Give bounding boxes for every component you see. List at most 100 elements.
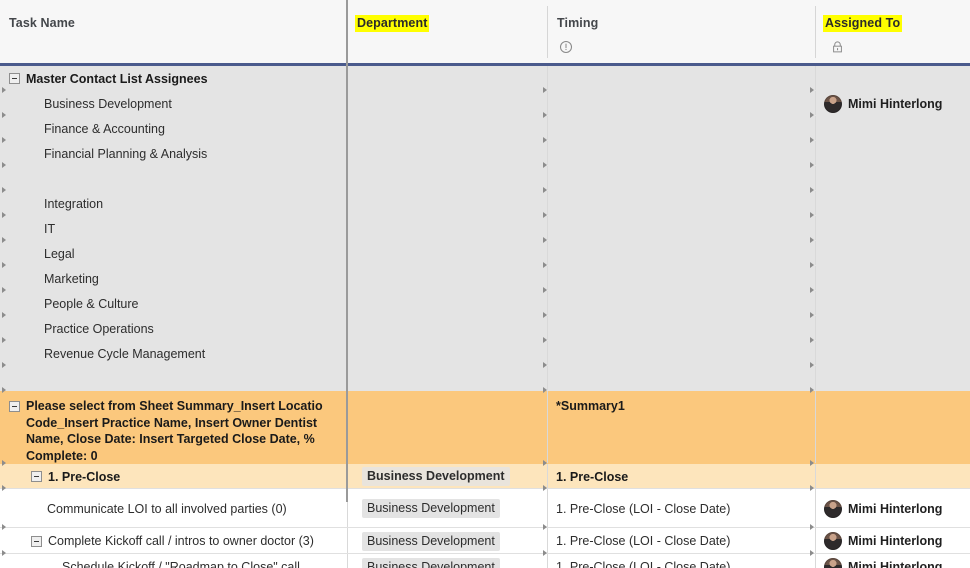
row-resize-handle[interactable] [543,312,547,318]
table-row[interactable]: Financial Planning & Analysis [0,141,970,166]
row-resize-handle[interactable] [543,237,547,243]
row-resize-handle[interactable] [2,387,6,393]
cell-timing[interactable]: 1. Pre-Close (LOI - Close Date) [548,554,814,568]
row-resize-handle[interactable] [810,485,814,491]
cell-task-name[interactable]: Practice Operations [0,316,346,341]
cell-assigned-to[interactable] [816,464,970,489]
cell-task-name[interactable]: Finance & Accounting [0,116,346,141]
column-header-task-name[interactable]: Task Name [0,0,346,63]
column-header-department[interactable]: Department [348,0,548,63]
table-row[interactable]: Communicate LOI to all involved parties … [0,489,970,528]
cell-task-name[interactable]: Integration [0,191,346,216]
cell-assigned-to[interactable]: Mimi Hinterlong [816,554,970,568]
cell-task-name[interactable]: Financial Planning & Analysis [0,141,346,166]
cell-timing[interactable] [548,366,814,391]
cell-department[interactable] [348,116,548,141]
cell-department[interactable] [348,241,548,266]
cell-task-name[interactable]: Schedule Kickoff / "Roadmap to Close" ca… [0,554,346,568]
cell-timing[interactable]: 1. Pre-Close (LOI - Close Date) [548,528,814,554]
row-resize-handle[interactable] [2,524,6,530]
cell-assigned-to[interactable] [816,391,970,464]
row-resize-handle[interactable] [810,262,814,268]
row-resize-handle[interactable] [2,137,6,143]
table-row[interactable]: People & Culture [0,291,970,316]
cell-assigned-to[interactable] [816,166,970,191]
cell-assigned-to[interactable] [816,316,970,341]
row-resize-handle[interactable] [810,460,814,466]
cell-department[interactable] [348,291,548,316]
row-resize-handle[interactable] [543,187,547,193]
cell-department[interactable]: Business Development [348,489,548,528]
cell-department[interactable] [348,191,548,216]
row-resize-handle[interactable] [810,550,814,556]
collapse-toggle-icon[interactable] [9,73,20,84]
cell-timing[interactable]: 1. Pre-Close [548,464,814,489]
cell-timing[interactable] [548,216,814,241]
row-resize-handle[interactable] [2,460,6,466]
row-resize-handle[interactable] [543,112,547,118]
row-resize-handle[interactable] [810,237,814,243]
cell-timing[interactable]: 1. Pre-Close (LOI - Close Date) [548,489,814,528]
cell-assigned-to[interactable] [816,291,970,316]
row-resize-handle[interactable] [810,162,814,168]
table-row[interactable]: Integration [0,191,970,216]
row-resize-handle[interactable] [810,362,814,368]
row-resize-handle[interactable] [810,187,814,193]
table-row[interactable]: Business Development Mimi Hinterlong [0,91,970,116]
table-row[interactable]: Schedule Kickoff / "Roadmap to Close" ca… [0,554,970,568]
cell-department[interactable]: Business Development [348,464,548,489]
cell-department[interactable] [348,216,548,241]
row-resize-handle[interactable] [810,287,814,293]
row-resize-handle[interactable] [543,387,547,393]
row-resize-handle[interactable] [2,212,6,218]
row-resize-handle[interactable] [2,550,6,556]
row-resize-handle[interactable] [543,137,547,143]
cell-task-name[interactable]: Revenue Cycle Management [0,341,346,366]
cell-timing[interactable] [548,291,814,316]
row-resize-handle[interactable] [810,387,814,393]
table-row[interactable]: Master Contact List Assignees [0,66,970,91]
frozen-pane-divider-header[interactable] [346,0,348,66]
row-resize-handle[interactable] [2,162,6,168]
cell-assigned-to[interactable] [816,191,970,216]
row-resize-handle[interactable] [810,337,814,343]
row-resize-handle[interactable] [810,212,814,218]
table-row[interactable]: 1. Pre-Close Business Development 1. Pre-C… [0,464,970,489]
row-resize-handle[interactable] [2,287,6,293]
cell-assigned-to[interactable]: Mimi Hinterlong [816,528,970,554]
cell-timing[interactable] [548,316,814,341]
cell-department[interactable] [348,141,548,166]
cell-assigned-to[interactable] [816,66,970,91]
cell-department[interactable] [348,366,548,391]
collapse-toggle-icon[interactable] [31,471,42,482]
cell-department[interactable] [348,91,548,116]
cell-timing[interactable] [548,191,814,216]
table-row[interactable]: Marketing [0,266,970,291]
collapse-toggle-icon[interactable] [9,401,20,412]
table-row[interactable]: Practice Operations [0,316,970,341]
row-resize-handle[interactable] [2,237,6,243]
cell-assigned-to[interactable] [816,216,970,241]
cell-assigned-to[interactable] [816,116,970,141]
cell-department[interactable] [348,391,548,464]
cell-timing[interactable] [548,91,814,116]
row-resize-handle[interactable] [543,262,547,268]
table-row[interactable]: Please select from Sheet Summary_Insert … [0,391,970,464]
cell-timing[interactable] [548,341,814,366]
table-row[interactable]: IT [0,216,970,241]
row-resize-handle[interactable] [2,187,6,193]
cell-assigned-to[interactable] [816,241,970,266]
cell-department[interactable] [348,316,548,341]
grid-body[interactable]: Master Contact List Assignees Business De… [0,66,970,568]
cell-assigned-to[interactable]: Mimi Hinterlong [816,489,970,528]
cell-timing[interactable] [548,166,814,191]
row-resize-handle[interactable] [543,337,547,343]
table-row[interactable]: Finance & Accounting [0,116,970,141]
cell-department[interactable]: Business Development [348,528,548,554]
cell-assigned-to[interactable]: Mimi Hinterlong [816,91,970,116]
row-resize-handle[interactable] [543,460,547,466]
cell-department[interactable] [348,66,548,91]
table-row[interactable] [0,166,970,191]
cell-task-name[interactable]: Marketing [0,266,346,291]
cell-task-name[interactable]: Complete Kickoff call / intros to owner … [0,528,346,554]
